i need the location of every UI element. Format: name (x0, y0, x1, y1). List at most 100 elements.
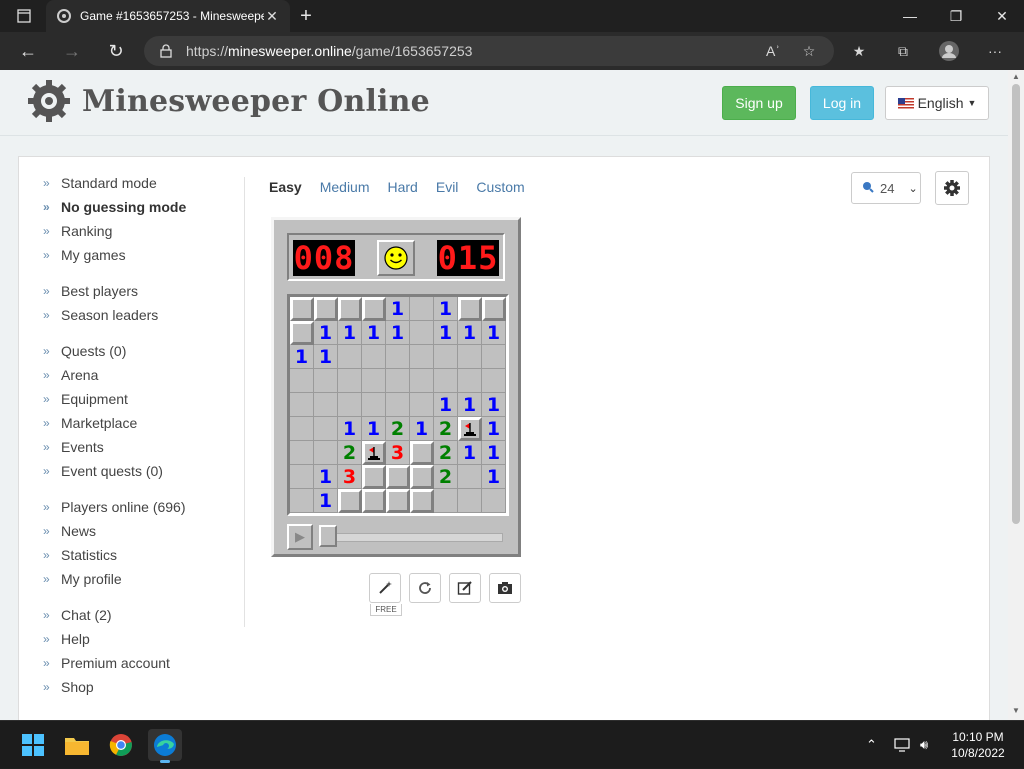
login-button[interactable]: Log in (810, 86, 874, 120)
read-aloud-icon[interactable]: Aʾ (758, 36, 788, 66)
hidden-cell[interactable] (362, 297, 386, 321)
open-cell[interactable] (290, 441, 314, 465)
signup-button[interactable]: Sign up (722, 86, 796, 120)
hidden-cell[interactable] (362, 465, 386, 489)
open-cell[interactable] (338, 393, 362, 417)
more-menu-icon[interactable]: ··· (980, 36, 1010, 66)
system-clock[interactable]: 10:10 PM 10/8/2022 (946, 729, 1010, 761)
open-cell[interactable]: 1 (482, 465, 506, 489)
difficulty-tab[interactable]: Hard (388, 179, 418, 195)
tab-actions-icon[interactable] (10, 0, 38, 32)
open-cell[interactable]: 2 (434, 441, 458, 465)
open-cell[interactable] (314, 369, 338, 393)
open-cell[interactable]: 1 (314, 489, 338, 513)
difficulty-tab[interactable]: Easy (269, 179, 302, 195)
file-explorer-icon[interactable] (60, 729, 94, 761)
hidden-cell[interactable] (338, 297, 362, 321)
sidebar-item[interactable]: » Ranking (19, 219, 245, 243)
windows-start-icon[interactable] (16, 729, 50, 761)
open-cell[interactable] (434, 489, 458, 513)
open-cell[interactable] (362, 345, 386, 369)
open-cell[interactable] (410, 321, 434, 345)
open-cell[interactable]: 1 (314, 345, 338, 369)
show-hidden-icons[interactable]: ⌃ (866, 721, 877, 769)
volume-icon[interactable]: 🔊︎ (920, 721, 928, 769)
play-icon[interactable]: ▶ (287, 524, 313, 550)
open-cell[interactable]: 1 (362, 321, 386, 345)
new-tab-icon[interactable]: + (292, 0, 320, 32)
open-cell[interactable] (290, 369, 314, 393)
open-cell[interactable] (410, 345, 434, 369)
settings-button[interactable] (935, 171, 969, 205)
replay-slider[interactable] (321, 533, 503, 542)
minimize-icon[interactable]: — (896, 0, 924, 32)
open-cell[interactable] (458, 489, 482, 513)
hidden-cell[interactable] (410, 441, 434, 465)
reload-icon[interactable]: ↻ (98, 32, 134, 70)
difficulty-tab[interactable]: Evil (436, 179, 459, 195)
sidebar-item[interactable]: » Chat (2) (19, 603, 245, 627)
sidebar-item[interactable]: » Standard mode (19, 171, 245, 195)
open-cell[interactable] (290, 489, 314, 513)
site-logo[interactable]: Minesweeper Online (26, 78, 430, 124)
sidebar-item[interactable]: » Players online (696) (19, 495, 245, 519)
restart-button[interactable] (409, 573, 441, 603)
open-cell[interactable]: 1 (314, 321, 338, 345)
open-cell[interactable] (482, 489, 506, 513)
difficulty-tab[interactable]: Medium (320, 179, 370, 195)
hidden-cell[interactable] (362, 489, 386, 513)
favorites-icon[interactable]: ★ (844, 36, 874, 66)
open-cell[interactable] (290, 465, 314, 489)
sidebar-item[interactable]: » Equipment (19, 387, 245, 411)
open-cell[interactable]: 3 (338, 465, 362, 489)
edge-icon[interactable] (148, 729, 182, 763)
open-cell[interactable]: 3 (386, 441, 410, 465)
sidebar-item[interactable]: » Help (19, 627, 245, 651)
hidden-cell[interactable] (386, 465, 410, 489)
open-cell[interactable] (314, 393, 338, 417)
open-cell[interactable]: 1 (482, 417, 506, 441)
sidebar-item[interactable]: » Season leaders (19, 303, 245, 327)
address-bar[interactable]: https://minesweeper.online/game/16536572… (144, 36, 834, 66)
open-cell[interactable] (314, 417, 338, 441)
open-cell[interactable]: 2 (434, 417, 458, 441)
flagged-cell[interactable] (362, 441, 386, 465)
open-cell[interactable] (410, 297, 434, 321)
sidebar-item[interactable]: » Shop (19, 675, 245, 699)
open-cell[interactable]: 1 (290, 345, 314, 369)
hidden-cell[interactable] (290, 297, 314, 321)
tab-close-icon[interactable]: ✕ (264, 8, 280, 25)
open-cell[interactable]: 1 (458, 321, 482, 345)
open-cell[interactable] (338, 345, 362, 369)
open-cell[interactable] (410, 393, 434, 417)
sidebar-item[interactable]: » Quests (0) (19, 339, 245, 363)
sidebar-item[interactable]: » Statistics (19, 543, 245, 567)
open-cell[interactable]: 1 (482, 321, 506, 345)
open-cell[interactable] (482, 369, 506, 393)
sidebar-item[interactable]: » Best players (19, 279, 245, 303)
hidden-cell[interactable] (482, 297, 506, 321)
open-cell[interactable]: 1 (482, 441, 506, 465)
hidden-cell[interactable] (314, 297, 338, 321)
back-icon[interactable]: ← (10, 32, 46, 70)
open-cell[interactable]: 2 (338, 441, 362, 465)
open-cell[interactable] (434, 345, 458, 369)
open-cell[interactable]: 1 (434, 297, 458, 321)
open-cell[interactable] (290, 393, 314, 417)
open-cell[interactable]: 1 (386, 321, 410, 345)
smiley-button[interactable] (377, 240, 415, 276)
sidebar-item[interactable]: » My games (19, 243, 245, 267)
sidebar-item[interactable]: » Event quests (0) (19, 459, 245, 483)
difficulty-tab[interactable]: Custom (476, 179, 524, 195)
chrome-icon[interactable] (104, 729, 138, 761)
restore-icon[interactable]: ❐ (942, 0, 970, 32)
sidebar-item[interactable]: » Premium account (19, 651, 245, 675)
open-cell[interactable]: 1 (482, 393, 506, 417)
close-window-icon[interactable]: ✕ (988, 0, 1016, 32)
open-cell[interactable] (434, 369, 458, 393)
hidden-cell[interactable] (410, 465, 434, 489)
page-scrollbar[interactable]: ▲ ▼ (1008, 70, 1024, 720)
scrollbar-thumb[interactable] (1012, 84, 1020, 524)
open-cell[interactable] (314, 441, 338, 465)
open-cell[interactable] (410, 369, 434, 393)
